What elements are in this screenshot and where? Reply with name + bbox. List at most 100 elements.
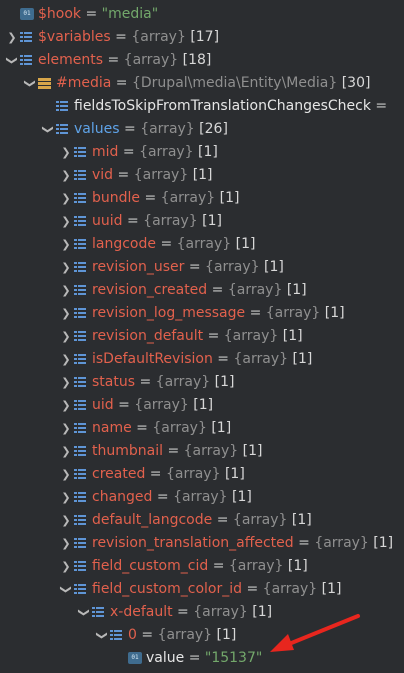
variable-type: {array} <box>143 213 198 229</box>
tree-row[interactable]: ❯ mid = {array} [1] <box>0 141 404 164</box>
tree-row[interactable]: ❯ changed = {array} [1] <box>0 486 404 509</box>
expand-chevron-icon[interactable]: ❯ <box>60 325 72 348</box>
string-value: "media" <box>101 6 159 22</box>
tree-row-text: value = "15137" <box>146 647 262 670</box>
variable-name: created <box>92 466 146 482</box>
expand-chevron-icon[interactable]: ❯ <box>6 26 18 49</box>
item-count: [1] <box>373 535 394 551</box>
tree-row-text: revision_default = {array} [1] <box>92 325 303 348</box>
expand-chevron-icon[interactable]: ❯ <box>60 555 72 578</box>
tree-row[interactable]: ❯ isDefaultRevision = {array} [1] <box>0 348 404 371</box>
tree-row[interactable]: ❯ uid = {array} [1] <box>0 394 404 417</box>
tree-row-text: default_langcode = {array} [1] <box>92 509 312 532</box>
tree-row[interactable]: fieldsToSkipFromTranslationChangesCheck … <box>0 95 404 118</box>
variable-type: {array} <box>314 535 369 551</box>
tree-row[interactable]: ❯ created = {array} [1] <box>0 463 404 486</box>
tree-row-text: field_custom_cid = {array} [1] <box>92 555 308 578</box>
tree-row-text: created = {array} [1] <box>92 463 245 486</box>
tree-row-text: $hook = "media" <box>38 3 158 26</box>
annotation-arrow <box>270 614 360 652</box>
variable-name: revision_default <box>92 328 204 344</box>
tree-row-text: fieldsToSkipFromTranslationChangesCheck … <box>74 95 387 118</box>
variable-type: {Drupal\media\Entity\Media} <box>131 75 338 91</box>
tree-row[interactable]: ❯ field_custom_cid = {array} [1] <box>0 555 404 578</box>
array-icon <box>74 330 86 343</box>
tree-row-text: x-default = {array} [1] <box>110 601 272 624</box>
item-count: [1] <box>192 167 213 183</box>
equals-sign: = <box>212 351 234 367</box>
variable-name: revision_log_message <box>92 305 246 321</box>
tree-row[interactable]: ❯ field_custom_color_id = {array} [1] <box>0 578 404 601</box>
array-icon <box>74 307 86 320</box>
tree-row-text: elements = {array} [18] <box>38 49 211 72</box>
array-icon <box>74 560 86 573</box>
variable-name: 0 <box>128 627 137 643</box>
item-count: [1] <box>232 489 252 505</box>
expand-chevron-icon[interactable]: ❯ <box>60 463 72 486</box>
tree-row[interactable]: ❯ values = {array} [26] <box>0 118 404 141</box>
item-count: [1] <box>216 627 237 643</box>
equals-sign: = <box>203 328 224 344</box>
expand-chevron-icon[interactable]: ❯ <box>60 256 72 279</box>
expand-chevron-icon[interactable]: ❯ <box>60 187 72 210</box>
expand-chevron-icon[interactable]: ❯ <box>60 486 72 509</box>
item-count: [1] <box>214 374 235 390</box>
expand-chevron-icon[interactable]: ❯ <box>60 417 72 440</box>
item-count: [1] <box>242 443 263 459</box>
equals-sign: = <box>119 121 141 137</box>
tree-row[interactable]: ❯ vid = {array} [1] <box>0 164 404 187</box>
array-icon <box>74 399 86 412</box>
expand-chevron-icon[interactable]: ❯ <box>60 302 72 325</box>
expand-chevron-icon[interactable]: ❯ <box>60 509 72 532</box>
item-count: [30] <box>341 75 371 91</box>
tree-row[interactable]: ❯ #media = {Drupal\media\Entity\Media} [3… <box>0 72 404 95</box>
tree-row[interactable]: ❯ thumbnail = {array} [1] <box>0 440 404 463</box>
tree-row-text: field_custom_color_id = {array} [1] <box>92 578 341 601</box>
variable-name: default_langcode <box>92 512 213 528</box>
tree-row[interactable]: ❯ revision_user = {array} [1] <box>0 256 404 279</box>
tree-row[interactable]: ❯ revision_translation_affected = {array}… <box>0 532 404 555</box>
variable-type: {array} <box>155 374 211 390</box>
expand-chevron-icon[interactable]: ❯ <box>60 233 72 256</box>
variable-name: name <box>92 420 132 436</box>
tree-row[interactable]: ❯ status = {array} [1] <box>0 371 404 394</box>
expand-chevron-icon[interactable]: ❯ <box>60 164 72 187</box>
tree-row[interactable]: 01 $hook = "media" <box>0 3 404 26</box>
variable-type: {array} <box>140 121 195 137</box>
variable-name: status <box>92 374 136 390</box>
expand-chevron-icon[interactable]: ❯ <box>60 371 72 394</box>
tree-row[interactable]: ❯ revision_default = {array} [1] <box>0 325 404 348</box>
variable-name: #media <box>56 75 112 91</box>
tree-row[interactable]: ❯ revision_log_message = {array} [1] <box>0 302 404 325</box>
tree-row[interactable]: ❯ bundle = {array} [1] <box>0 187 404 210</box>
variable-type: {array} <box>183 443 239 459</box>
tree-row-text: revision_log_message = {array} [1] <box>92 302 345 325</box>
tree-row[interactable]: ❯ elements = {array} [18] <box>0 49 404 72</box>
expand-chevron-icon[interactable]: ❯ <box>60 210 72 233</box>
tree-row[interactable]: ❯ name = {array} [1] <box>0 417 404 440</box>
expand-chevron-icon[interactable]: ❯ <box>60 532 72 555</box>
variable-name: mid <box>92 144 119 160</box>
tree-row[interactable]: ❯ uuid = {array} [1] <box>0 210 404 233</box>
expand-chevron-icon[interactable]: ❯ <box>60 141 72 164</box>
tree-row-text: langcode = {array} [1] <box>92 233 255 256</box>
array-icon <box>20 54 32 67</box>
expand-chevron-icon[interactable]: ❯ <box>60 279 72 302</box>
tree-row[interactable]: ❯ langcode = {array} [1] <box>0 233 404 256</box>
tree-row[interactable]: ❯ default_langcode = {array} [1] <box>0 509 404 532</box>
variable-type: {array} <box>232 512 288 528</box>
array-icon <box>74 261 86 274</box>
tree-row[interactable]: ❯ $variables = {array} [17] <box>0 26 404 49</box>
variable-name: $variables <box>38 29 111 45</box>
array-icon <box>74 445 86 458</box>
tree-row[interactable]: ❯ revision_created = {array} [1] <box>0 279 404 302</box>
item-count: [1] <box>292 351 313 367</box>
expand-chevron-icon[interactable]: ❯ <box>60 440 72 463</box>
expand-chevron-icon[interactable]: ❯ <box>60 394 72 417</box>
variable-type: {array} <box>173 489 228 505</box>
array-icon <box>74 376 86 389</box>
trailing-equals: = <box>370 98 388 114</box>
expand-chevron-icon[interactable]: ❯ <box>60 348 72 371</box>
tree-row-text: $variables = {array} [17] <box>38 26 219 49</box>
array-icon <box>74 192 86 205</box>
